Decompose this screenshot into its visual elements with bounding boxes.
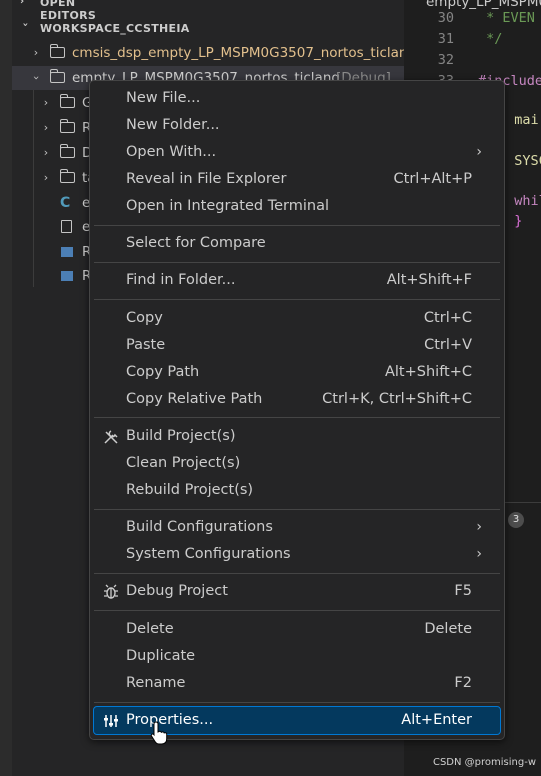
menu-item-copy-path[interactable]: Copy Path Alt+Shift+C	[94, 359, 500, 386]
tree-project-cmsis[interactable]: › cmsis_dsp_empty_LP_MSPM0G3507_nortos_t…	[14, 41, 404, 65]
menu-item-reveal[interactable]: Reveal in File Explorer Ctrl+Alt+P	[94, 166, 500, 193]
menu-item-select-compare[interactable]: Select for Compare	[94, 230, 500, 257]
line-number: 31	[437, 31, 454, 47]
settings-sliders-icon	[102, 707, 120, 744]
activity-bar	[0, 0, 12, 776]
folder-icon	[59, 94, 75, 108]
menu-item-copy[interactable]: Copy Ctrl+C	[94, 305, 500, 332]
shortcut: Ctrl+C	[423, 310, 472, 326]
chevron-right-icon: ›	[43, 96, 49, 109]
shortcut: F2	[454, 675, 472, 691]
shortcut: Alt+Enter	[401, 712, 472, 728]
menu-separator	[94, 573, 500, 574]
submenu-chevron-icon: ›	[476, 144, 482, 160]
project-name: cmsis_dsp_empty_LP_MSPM0G3507_nortos_tic…	[72, 45, 404, 61]
shortcut: Ctrl+Alt+P	[393, 171, 472, 187]
chevron-down-icon: ›	[19, 22, 31, 27]
chevron-down-icon: ›	[30, 75, 43, 81]
line-number: 32	[437, 52, 454, 68]
project-folder-icon	[49, 44, 65, 58]
menu-item-new-folder[interactable]: New Folder...	[94, 112, 500, 139]
submenu-chevron-icon: ›	[476, 546, 482, 562]
chevron-right-icon: ›	[43, 121, 49, 134]
c-file-icon: C	[60, 195, 71, 211]
menu-separator	[94, 225, 500, 226]
menu-item-rename[interactable]: Rename F2	[94, 670, 500, 697]
code-line: * EVEN	[478, 10, 535, 26]
menu-separator	[94, 610, 500, 611]
menu-item-open-terminal[interactable]: Open in Integrated Terminal	[94, 193, 500, 220]
menu-separator	[94, 417, 500, 418]
shortcut: Ctrl+K, Ctrl+Shift+C	[322, 391, 472, 407]
folder-icon	[59, 119, 75, 133]
menu-item-open-with[interactable]: Open With... ›	[94, 139, 500, 166]
readme-icon	[61, 247, 73, 257]
menu-item-system-configurations[interactable]: System Configurations ›	[94, 541, 500, 568]
project-folder-icon	[49, 69, 65, 83]
menu-item-clean-project[interactable]: Clean Project(s)	[94, 450, 500, 477]
code-line: */	[478, 31, 503, 47]
file-icon	[61, 220, 72, 233]
menu-item-build-configurations[interactable]: Build Configurations ›	[94, 514, 500, 541]
menu-separator	[94, 702, 500, 703]
submenu-chevron-icon: ›	[476, 519, 482, 535]
watermark: CSDN @promising-w	[432, 757, 536, 768]
folder-gear-icon	[59, 144, 75, 158]
menu-item-debug-project[interactable]: Debug Project F5	[94, 578, 500, 605]
shortcut: Delete	[424, 621, 472, 637]
problems-badge[interactable]: 3	[508, 512, 524, 528]
chevron-right-icon: ›	[43, 171, 49, 184]
menu-separator	[94, 262, 500, 263]
context-menu: New File... New Folder... Open With... › …	[89, 80, 505, 740]
chevron-right-icon: ›	[20, 0, 25, 7]
menu-item-delete[interactable]: Delete Delete	[94, 616, 500, 643]
readme-icon	[61, 271, 73, 281]
menu-item-build-project[interactable]: Build Project(s)	[94, 423, 500, 450]
line-number: 30	[437, 10, 454, 26]
shortcut: Alt+Shift+C	[384, 364, 472, 380]
menu-separator	[94, 299, 500, 300]
shortcut: Ctrl+V	[424, 337, 472, 353]
editor-tab-title[interactable]: empty_LP_MSPM0	[426, 0, 541, 10]
menu-separator	[94, 509, 500, 510]
mouse-pointer-icon	[150, 721, 168, 745]
menu-item-paste[interactable]: Paste Ctrl+V	[94, 332, 500, 359]
chevron-right-icon: ›	[43, 146, 49, 159]
menu-item-new-file[interactable]: New File...	[94, 85, 500, 112]
menu-item-copy-relative-path[interactable]: Copy Relative Path Ctrl+K, Ctrl+Shift+C	[94, 386, 500, 413]
menu-item-find-in-folder[interactable]: Find in Folder... Alt+Shift+F	[94, 267, 500, 294]
folder-icon	[59, 169, 75, 183]
chevron-right-icon: ›	[33, 46, 39, 59]
menu-item-rebuild-project[interactable]: Rebuild Project(s)	[94, 477, 500, 504]
menu-item-duplicate[interactable]: Duplicate	[94, 643, 500, 670]
shortcut: F5	[454, 583, 472, 599]
shortcut: Alt+Shift+F	[386, 272, 472, 288]
